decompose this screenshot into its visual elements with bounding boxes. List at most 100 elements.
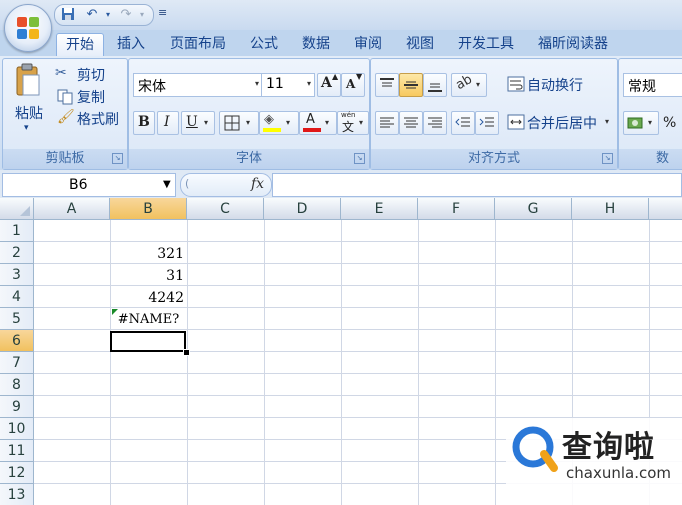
align-left-button[interactable] (375, 111, 399, 135)
column-header-c[interactable]: C (187, 198, 264, 220)
font-name-select[interactable]: 宋体 ▾ (133, 73, 263, 97)
orientation-dropdown-icon[interactable]: ▾ (476, 80, 480, 89)
number-format-select[interactable]: 常规 (623, 73, 682, 97)
office-button[interactable] (4, 4, 52, 52)
paste-dropdown-icon[interactable]: ▾ (24, 123, 29, 133)
row-header-13[interactable]: 13 (0, 484, 34, 505)
cell-b3[interactable]: 31 (112, 265, 184, 287)
copy-button[interactable]: 复制 (55, 87, 125, 107)
font-size-select[interactable]: 11 ▾ (261, 73, 315, 97)
tab-insert[interactable]: 插入 (108, 33, 154, 55)
borders-button[interactable]: ▾ (219, 111, 259, 135)
cell-b4[interactable]: 4242 (112, 287, 184, 309)
row-header-6[interactable]: 6 (0, 330, 34, 352)
row-header-9[interactable]: 9 (0, 396, 34, 418)
underline-button[interactable]: U ▾ (181, 111, 215, 135)
italic-icon: I (164, 114, 170, 130)
column-header-h[interactable]: H (572, 198, 649, 220)
name-box[interactable]: B6 ▼ (2, 173, 176, 197)
formula-input[interactable] (272, 173, 682, 197)
cut-button[interactable]: ✂ 剪切 (55, 65, 125, 85)
percent-style-button[interactable]: % (663, 115, 676, 131)
column-header-e[interactable]: E (341, 198, 418, 220)
row-header-8[interactable]: 8 (0, 374, 34, 396)
tab-data[interactable]: 数据 (294, 33, 338, 55)
tab-review[interactable]: 审阅 (346, 33, 390, 55)
column-header-g[interactable]: G (495, 198, 572, 220)
merge-center-button[interactable]: 合并后居中 ▾ (505, 111, 615, 133)
row-header-4[interactable]: 4 (0, 286, 34, 308)
insert-function-button[interactable]: fx (251, 176, 264, 192)
align-bottom-button[interactable] (423, 73, 447, 97)
undo-dropdown-icon[interactable]: ▾ (99, 7, 117, 23)
underline-dropdown-icon[interactable]: ▾ (204, 118, 208, 127)
column-header-i-partial[interactable] (649, 198, 682, 220)
name-box-dropdown-icon[interactable]: ▼ (163, 179, 171, 190)
increase-indent-button[interactable] (475, 111, 499, 135)
font-color-dropdown-icon[interactable]: ▾ (325, 118, 329, 127)
copy-label: 复制 (77, 90, 105, 106)
align-middle-button[interactable] (399, 73, 423, 97)
italic-button[interactable]: I (157, 111, 179, 135)
bold-button[interactable]: B (133, 111, 155, 135)
fill-color-button[interactable]: ◈ ▾ (259, 111, 299, 135)
tab-page-layout[interactable]: 页面布局 (162, 33, 234, 55)
row-header-12[interactable]: 12 (0, 462, 34, 484)
redo-dropdown-icon[interactable]: ▾ (133, 7, 151, 23)
column-header-f[interactable]: F (418, 198, 495, 220)
cell-b5[interactable]: #NAME? (110, 309, 187, 331)
align-top-icon (380, 78, 394, 87)
align-center-icon (404, 117, 418, 128)
grow-font-button[interactable]: A ▲ (317, 72, 341, 97)
column-header-d[interactable]: D (264, 198, 341, 220)
font-dialog-launcher-icon[interactable]: ↘ (354, 153, 365, 164)
row-header-3[interactable]: 3 (0, 264, 34, 286)
clipboard-group: 粘贴 ▾ ✂ 剪切 复制 🖌 格式刷 剪贴板 ↘ (2, 58, 128, 170)
align-right-button[interactable] (423, 111, 447, 135)
orientation-button[interactable]: ab ▾ (451, 72, 487, 97)
row-header-10[interactable]: 10 (0, 418, 34, 440)
format-painter-button[interactable]: 🖌 格式刷 (55, 109, 125, 129)
fill-color-dropdown-icon[interactable]: ▾ (286, 118, 290, 127)
row-header-11[interactable]: 11 (0, 440, 34, 462)
tab-home[interactable]: 开始 (56, 33, 104, 56)
grow-arrow-icon: ▲ (332, 72, 339, 81)
cell-b2[interactable]: 321 (112, 243, 184, 265)
alignment-dialog-launcher-icon[interactable]: ↘ (602, 153, 613, 164)
font-name-dropdown-icon[interactable]: ▾ (255, 79, 259, 88)
column-header-a[interactable]: A (34, 198, 110, 220)
font-size-dropdown-icon[interactable]: ▾ (307, 79, 311, 88)
paste-button[interactable]: 粘贴 ▾ (9, 63, 47, 137)
tab-formulas[interactable]: 公式 (242, 33, 286, 55)
paste-icon (16, 63, 40, 96)
error-indicator-icon[interactable] (112, 309, 118, 315)
fill-handle[interactable] (183, 349, 190, 356)
name-box-value: B6 (69, 177, 88, 193)
row-header-5[interactable]: 5 (0, 308, 34, 330)
tab-developer[interactable]: 开发工具 (450, 33, 522, 55)
font-color-button[interactable]: A ▾ (299, 111, 337, 135)
row-header-2[interactable]: 2 (0, 242, 34, 264)
align-top-button[interactable] (375, 73, 399, 97)
tab-view[interactable]: 视图 (398, 33, 442, 55)
borders-dropdown-icon[interactable]: ▾ (246, 118, 250, 127)
column-header-b[interactable]: B (110, 198, 187, 220)
customize-qat-icon[interactable]: ≡ (158, 6, 172, 19)
active-cell-b6[interactable] (110, 331, 186, 352)
clipboard-dialog-launcher-icon[interactable]: ↘ (112, 153, 123, 164)
wrap-text-button[interactable]: 自动换行 (505, 73, 615, 95)
font-name-value: 宋体 (138, 79, 166, 95)
phonetic-guide-button[interactable]: wén 文 ▾ (337, 111, 369, 135)
select-all-corner[interactable] (0, 198, 34, 220)
row-header-1[interactable]: 1 (0, 220, 34, 242)
save-icon[interactable] (59, 7, 77, 23)
row-header-7[interactable]: 7 (0, 352, 34, 374)
accounting-format-button[interactable]: ▾ (623, 111, 659, 135)
merge-center-dropdown-icon[interactable]: ▾ (605, 117, 609, 126)
phonetic-dropdown-icon[interactable]: ▾ (359, 118, 363, 127)
align-center-button[interactable] (399, 111, 423, 135)
tab-foxit-reader[interactable]: 福昕阅读器 (530, 33, 616, 55)
accounting-format-dropdown-icon[interactable]: ▾ (648, 118, 652, 127)
decrease-indent-button[interactable] (451, 111, 475, 135)
shrink-font-button[interactable]: A ▼ (341, 72, 365, 97)
